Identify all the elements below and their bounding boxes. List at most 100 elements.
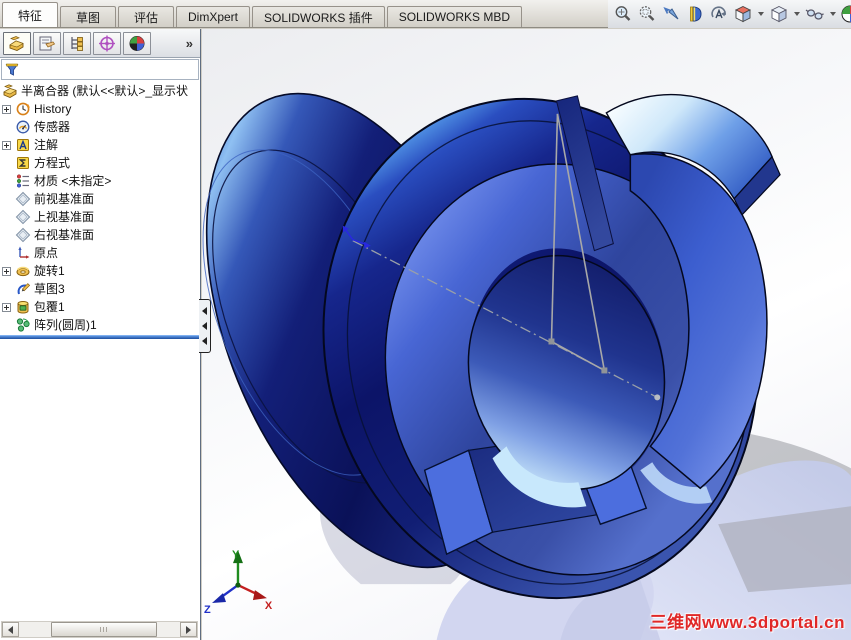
tab-evaluate[interactable]: 评估 bbox=[118, 6, 174, 27]
left-arrow-icon bbox=[8, 625, 13, 634]
headsup-toolbar bbox=[608, 0, 851, 28]
edit-appearance-icon bbox=[841, 5, 851, 22]
featuremanager-part-icon bbox=[9, 35, 24, 51]
tab-features[interactable]: 特征 bbox=[2, 2, 58, 27]
tree-item-label: 原点 bbox=[34, 246, 59, 260]
tree-item-label: 传感器 bbox=[34, 120, 71, 134]
configurationmanager-icon bbox=[71, 36, 83, 51]
tree-item-top-plane[interactable]: 上视基准面 bbox=[0, 208, 200, 226]
scrollbar-thumb[interactable] bbox=[51, 622, 157, 637]
triad-z-label: Z bbox=[204, 604, 211, 616]
tree-item-sketch3[interactable]: 草图3 bbox=[0, 280, 200, 298]
dimxpertmanager-icon bbox=[99, 35, 115, 51]
origin-icon bbox=[18, 246, 30, 259]
hide-show-items-dropdown[interactable] bbox=[828, 4, 837, 25]
view-orientation-icon bbox=[734, 5, 751, 23]
propertymanager-icon bbox=[39, 36, 56, 50]
expand-plus-icon[interactable] bbox=[2, 266, 11, 276]
collapse-arrow-icon bbox=[202, 307, 207, 315]
scrollbar-left-arrow[interactable] bbox=[2, 622, 19, 637]
tab-dimxpertmanager[interactable] bbox=[93, 31, 121, 55]
feature-tree: 半离合器 (默认<<默认>_显示状 History 传感器 注解 方程式 材质 … bbox=[0, 80, 200, 339]
tree-item-part-root[interactable]: 半离合器 (默认<<默认>_显示状 bbox=[0, 82, 200, 100]
rotate-view-icon bbox=[710, 6, 726, 19]
plane-icon bbox=[15, 209, 31, 225]
tree-item-annotations[interactable]: 注解 bbox=[0, 136, 200, 154]
panel-splitter-handle[interactable] bbox=[199, 299, 211, 353]
displaymanager-icon bbox=[129, 35, 145, 51]
triad-x-label: X bbox=[265, 600, 273, 612]
edit-appearance-button[interactable] bbox=[840, 4, 851, 25]
tree-item-right-plane[interactable]: 右视基准面 bbox=[0, 226, 200, 244]
view-orientation-dropdown[interactable] bbox=[756, 4, 765, 25]
command-tabs: 特征 草图 评估 DimXpert SOLIDWORKS 插件 SOLIDWOR… bbox=[2, 2, 523, 27]
tab-propertymanager[interactable] bbox=[33, 31, 61, 55]
expand-plus-icon[interactable] bbox=[2, 302, 11, 312]
zoom-to-fit-icon bbox=[615, 6, 630, 21]
tree-item-front-plane[interactable]: 前视基准面 bbox=[0, 190, 200, 208]
tree-item-label: 注解 bbox=[34, 138, 59, 152]
tree-item-history[interactable]: History bbox=[0, 100, 200, 118]
filter-funnel-icon bbox=[5, 63, 19, 76]
part-icon bbox=[3, 84, 17, 99]
tree-item-label: 上视基准面 bbox=[34, 210, 95, 224]
tree-filter-bar[interactable] bbox=[1, 59, 199, 80]
tab-configurationmanager[interactable] bbox=[63, 31, 91, 55]
previous-view-button[interactable] bbox=[660, 4, 681, 25]
tree-item-label: 旋转1 bbox=[34, 264, 65, 278]
manager-expand-chevron[interactable]: » bbox=[186, 36, 197, 51]
display-style-icon bbox=[770, 5, 787, 23]
model-canvas[interactable]: Y X Z bbox=[202, 29, 851, 640]
tree-item-origin[interactable]: 原点 bbox=[0, 244, 200, 262]
display-style-button[interactable] bbox=[768, 4, 789, 25]
scrollbar-track[interactable] bbox=[19, 622, 180, 637]
display-style-dropdown[interactable] bbox=[792, 4, 801, 25]
tree-item-label: History bbox=[34, 102, 72, 116]
tab-solidworks-mbd[interactable]: SOLIDWORKS MBD bbox=[386, 6, 523, 27]
panel-horizontal-scrollbar[interactable] bbox=[1, 621, 198, 638]
annotations-icon bbox=[17, 139, 29, 151]
scrollbar-right-arrow[interactable] bbox=[180, 622, 197, 637]
tree-item-label: 半离合器 (默认<<默认>_显示状 bbox=[21, 84, 189, 98]
tab-sketch[interactable]: 草图 bbox=[60, 6, 116, 27]
hide-show-items-button[interactable] bbox=[804, 4, 825, 25]
feature-manager-panel: » 半离合器 (默认<<默认>_显示状 History 传感器 注解 方程式 材… bbox=[0, 29, 201, 640]
tab-solidworks-addins[interactable]: SOLIDWORKS 插件 bbox=[252, 6, 385, 27]
expand-plus-icon[interactable] bbox=[2, 104, 11, 114]
tree-item-material[interactable]: 材质 <未指定> bbox=[0, 172, 200, 190]
tree-item-label: 包覆1 bbox=[34, 300, 65, 314]
previous-view-icon bbox=[662, 7, 678, 20]
sketch-handle[interactable] bbox=[601, 367, 608, 374]
zoom-to-area-button[interactable] bbox=[636, 4, 657, 25]
tree-item-revolve1[interactable]: 旋转1 bbox=[0, 262, 200, 280]
tab-dimxpert[interactable]: DimXpert bbox=[176, 6, 251, 27]
graphics-viewport[interactable]: Y X Z 三维网www.3dportal.cn bbox=[202, 29, 851, 640]
section-view-button[interactable] bbox=[684, 4, 705, 25]
chevron-down-icon bbox=[829, 12, 836, 16]
tree-item-label: 材质 <未指定> bbox=[34, 174, 112, 188]
tree-item-label: 草图3 bbox=[34, 282, 65, 296]
tab-displaymanager[interactable] bbox=[123, 31, 151, 55]
rotate-view-button[interactable] bbox=[708, 4, 729, 25]
sensors-icon bbox=[16, 120, 30, 134]
watermark-text: 三维网www.3dportal.cn bbox=[649, 613, 845, 632]
tree-item-equations[interactable]: 方程式 bbox=[0, 154, 200, 172]
expand-plus-icon[interactable] bbox=[2, 140, 11, 150]
triad-y-label: Y bbox=[232, 549, 240, 561]
section-view-icon bbox=[689, 6, 702, 22]
sketch-handle[interactable] bbox=[548, 338, 555, 345]
sketch-icon bbox=[17, 283, 31, 295]
orientation-triad: Y X Z bbox=[204, 549, 273, 616]
tree-item-wrap1[interactable]: 包覆1 bbox=[0, 298, 200, 316]
tree-item-label: 方程式 bbox=[34, 156, 71, 170]
zoom-to-fit-button[interactable] bbox=[612, 4, 633, 25]
collapse-arrow-icon bbox=[202, 322, 207, 330]
tab-featuremanager[interactable] bbox=[3, 31, 31, 55]
tree-item-sensors[interactable]: 传感器 bbox=[0, 118, 200, 136]
view-orientation-button[interactable] bbox=[732, 4, 753, 25]
chevron-down-icon bbox=[793, 12, 800, 16]
zoom-to-area-icon bbox=[639, 6, 654, 21]
tree-item-circular-pattern1[interactable]: 阵列(圆周)1 bbox=[0, 316, 200, 334]
rollback-bar[interactable] bbox=[0, 335, 200, 339]
chevron-down-icon bbox=[757, 12, 764, 16]
